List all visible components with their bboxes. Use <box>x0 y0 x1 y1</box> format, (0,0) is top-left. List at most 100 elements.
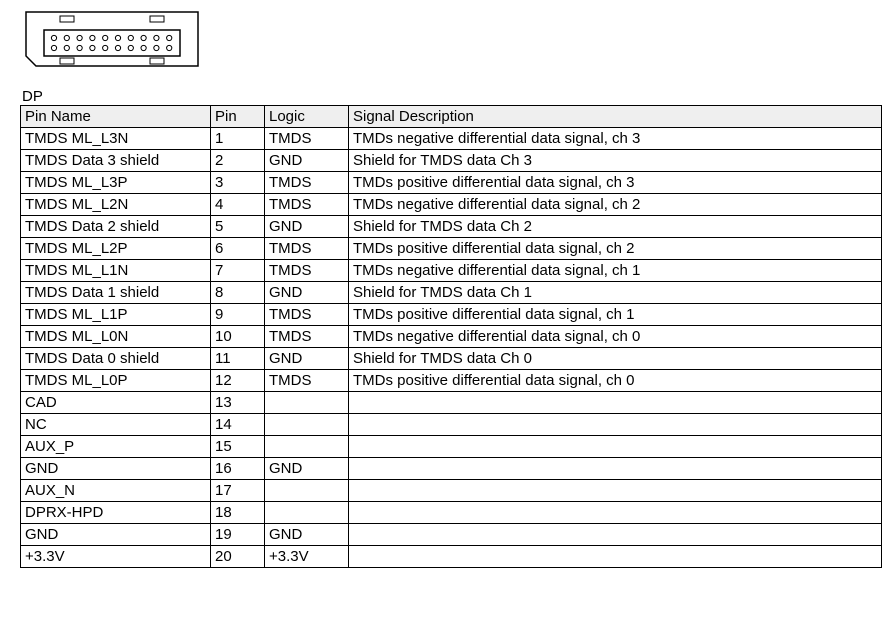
cell-logic <box>265 392 349 414</box>
cell-pin-name: GND <box>21 524 211 546</box>
table-row: CAD13 <box>21 392 882 414</box>
cell-signal-desc <box>349 502 882 524</box>
cell-pin: 18 <box>211 502 265 524</box>
table-row: TMDS ML_L0P12TMDSTMDs positive different… <box>21 370 882 392</box>
cell-pin: 19 <box>211 524 265 546</box>
cell-signal-desc: TMDs negative differential data signal, … <box>349 260 882 282</box>
cell-logic: GND <box>265 216 349 238</box>
cell-signal-desc: TMDs positive differential data signal, … <box>349 238 882 260</box>
table-row: GND19GND <box>21 524 882 546</box>
cell-signal-desc: Shield for TMDS data Ch 1 <box>349 282 882 304</box>
table-row: TMDS ML_L2P6TMDSTMDs positive differenti… <box>21 238 882 260</box>
cell-logic <box>265 480 349 502</box>
table-row: AUX_N17 <box>21 480 882 502</box>
cell-pin: 15 <box>211 436 265 458</box>
cell-pin-name: GND <box>21 458 211 480</box>
cell-logic: TMDS <box>265 238 349 260</box>
cell-signal-desc <box>349 546 882 568</box>
cell-logic: TMDS <box>265 304 349 326</box>
cell-pin: 20 <box>211 546 265 568</box>
cell-logic <box>265 502 349 524</box>
cell-pin: 7 <box>211 260 265 282</box>
table-row: TMDS ML_L3N1TMDSTMDs negative differenti… <box>21 128 882 150</box>
table-title: DP <box>22 88 886 105</box>
cell-signal-desc: Shield for TMDS data Ch 0 <box>349 348 882 370</box>
cell-logic: TMDS <box>265 370 349 392</box>
cell-pin: 14 <box>211 414 265 436</box>
table-row: TMDS ML_L3P3TMDSTMDs positive differenti… <box>21 172 882 194</box>
cell-logic: TMDS <box>265 194 349 216</box>
cell-pin-name: NC <box>21 414 211 436</box>
cell-signal-desc <box>349 524 882 546</box>
cell-pin: 12 <box>211 370 265 392</box>
table-row: TMDS ML_L1P9TMDSTMDs positive differenti… <box>21 304 882 326</box>
cell-pin-name: TMDS Data 2 shield <box>21 216 211 238</box>
table-row: TMDS ML_L2N4TMDSTMDs negative differenti… <box>21 194 882 216</box>
cell-pin-name: TMDS ML_L0N <box>21 326 211 348</box>
cell-signal-desc: TMDs negative differential data signal, … <box>349 128 882 150</box>
cell-pin-name: TMDS ML_L1N <box>21 260 211 282</box>
cell-pin-name: AUX_N <box>21 480 211 502</box>
cell-logic: GND <box>265 348 349 370</box>
cell-logic: GND <box>265 150 349 172</box>
cell-pin-name: TMDS ML_L2N <box>21 194 211 216</box>
col-pin: Pin <box>211 106 265 128</box>
table-row: AUX_P15 <box>21 436 882 458</box>
cell-pin-name: AUX_P <box>21 436 211 458</box>
cell-signal-desc <box>349 392 882 414</box>
cell-pin: 9 <box>211 304 265 326</box>
cell-signal-desc: TMDs positive differential data signal, … <box>349 304 882 326</box>
cell-pin-name: TMDS Data 1 shield <box>21 282 211 304</box>
col-logic: Logic <box>265 106 349 128</box>
cell-signal-desc <box>349 436 882 458</box>
cell-pin: 17 <box>211 480 265 502</box>
cell-logic: GND <box>265 282 349 304</box>
cell-pin-name: DPRX-HPD <box>21 502 211 524</box>
cell-pin-name: TMDS ML_L2P <box>21 238 211 260</box>
table-row: TMDS ML_L1N7TMDSTMDs negative differenti… <box>21 260 882 282</box>
cell-pin: 3 <box>211 172 265 194</box>
table-row: TMDS Data 1 shield8GNDShield for TMDS da… <box>21 282 882 304</box>
cell-signal-desc: TMDs positive differential data signal, … <box>349 370 882 392</box>
cell-pin-name: TMDS Data 3 shield <box>21 150 211 172</box>
cell-pin-name: TMDS ML_L1P <box>21 304 211 326</box>
table-row: TMDS Data 2 shield5GNDShield for TMDS da… <box>21 216 882 238</box>
table-row: TMDS Data 0 shield11GNDShield for TMDS d… <box>21 348 882 370</box>
cell-signal-desc: TMDs positive differential data signal, … <box>349 172 882 194</box>
col-signal-desc: Signal Description <box>349 106 882 128</box>
table-header-row: Pin Name Pin Logic Signal Description <box>21 106 882 128</box>
cell-pin: 8 <box>211 282 265 304</box>
cell-logic: GND <box>265 524 349 546</box>
dp-connector-diagram <box>22 8 886 70</box>
col-pin-name: Pin Name <box>21 106 211 128</box>
cell-pin-name: +3.3V <box>21 546 211 568</box>
table-row: TMDS Data 3 shield2GNDShield for TMDS da… <box>21 150 882 172</box>
table-row: DPRX-HPD18 <box>21 502 882 524</box>
cell-signal-desc: TMDs negative differential data signal, … <box>349 194 882 216</box>
cell-pin-name: TMDS ML_L3N <box>21 128 211 150</box>
cell-logic: +3.3V <box>265 546 349 568</box>
cell-logic: GND <box>265 458 349 480</box>
table-row: GND16GND <box>21 458 882 480</box>
cell-logic <box>265 414 349 436</box>
cell-pin: 5 <box>211 216 265 238</box>
cell-signal-desc: Shield for TMDS data Ch 3 <box>349 150 882 172</box>
cell-pin-name: TMDS ML_L3P <box>21 172 211 194</box>
cell-pin: 13 <box>211 392 265 414</box>
cell-pin-name: TMDS ML_L0P <box>21 370 211 392</box>
cell-logic: TMDS <box>265 172 349 194</box>
cell-signal-desc: Shield for TMDS data Ch 2 <box>349 216 882 238</box>
cell-pin: 4 <box>211 194 265 216</box>
table-row: +3.3V20+3.3V <box>21 546 882 568</box>
cell-pin-name: TMDS Data 0 shield <box>21 348 211 370</box>
pinout-table: Pin Name Pin Logic Signal Description TM… <box>20 105 882 568</box>
cell-logic <box>265 436 349 458</box>
cell-signal-desc: TMDs negative differential data signal, … <box>349 326 882 348</box>
cell-signal-desc <box>349 458 882 480</box>
cell-pin: 1 <box>211 128 265 150</box>
cell-pin: 16 <box>211 458 265 480</box>
table-row: NC14 <box>21 414 882 436</box>
cell-logic: TMDS <box>265 260 349 282</box>
cell-pin: 11 <box>211 348 265 370</box>
cell-signal-desc <box>349 414 882 436</box>
